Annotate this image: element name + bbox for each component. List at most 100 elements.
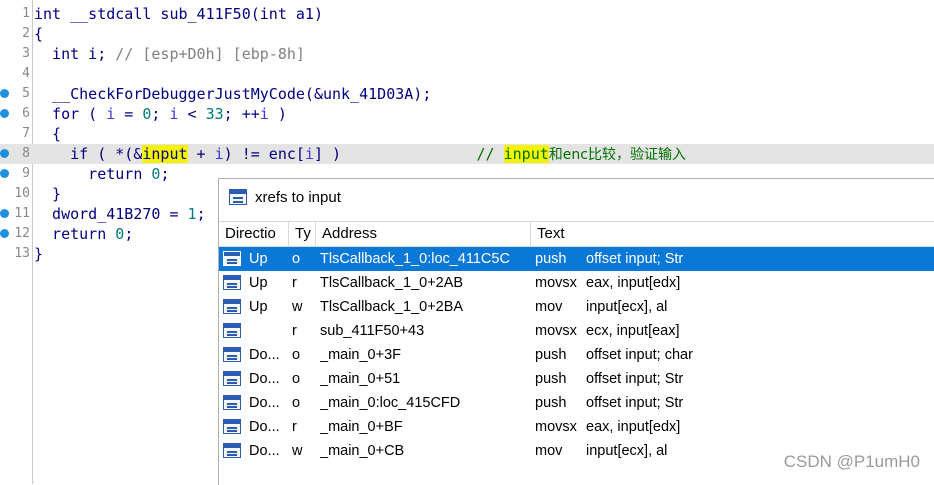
xref-mnemonic: mov: [535, 299, 563, 315]
code-text: }: [34, 184, 61, 204]
xref-row[interactable]: Do... o _main_0+3F push offset input; char: [219, 343, 934, 367]
code-text: if ( *(&input + i) != enc[i] ) // input和…: [34, 144, 686, 165]
code-text: return 0;: [34, 164, 169, 184]
xref-direction: [249, 319, 287, 343]
code-token: ;: [151, 105, 170, 123]
breakpoint-dot-icon[interactable]: [0, 229, 9, 238]
xref-address: sub_411F50+43: [320, 323, 425, 339]
xref-type: o: [292, 251, 301, 267]
code-line[interactable]: 5 __CheckForDebuggerJustMyCode(&unk_41D0…: [0, 84, 934, 104]
code-token: return: [34, 225, 116, 243]
breakpoint-dot-icon[interactable]: [0, 169, 9, 178]
code-token: i: [169, 105, 179, 123]
code-token: 33: [205, 105, 224, 123]
code-token: if ( *(&: [34, 145, 143, 163]
xref-operands: eax, input[edx]: [586, 275, 681, 291]
xref-row-icon: [223, 371, 241, 386]
xref-operands: eax, input[edx]: [586, 419, 681, 435]
xref-row-icon: [223, 347, 241, 362]
code-token: ): [268, 105, 287, 123]
xref-mnemonic: push: [535, 395, 567, 411]
xref-type: o: [292, 395, 301, 411]
code-token: int __stdcall sub_411F50(int a1): [34, 5, 323, 23]
code-line[interactable]: 7 {: [0, 124, 934, 144]
code-line[interactable]: 4: [0, 64, 934, 84]
code-token: dword_41B270 =: [34, 205, 188, 223]
xref-direction: Do...: [249, 371, 280, 387]
watermark: CSDN @P1umH0: [783, 452, 920, 471]
code-token: ;: [196, 205, 206, 223]
code-token: i: [214, 145, 224, 163]
xref-mnemonic: movsx: [535, 275, 577, 291]
xref-direction: Up: [249, 299, 268, 315]
xref-row-icon: [223, 395, 241, 410]
code-line[interactable]: 8 if ( *(&input + i) != enc[i] ) // inpu…: [0, 144, 934, 164]
xref-row[interactable]: Up w TlsCallback_1_0+2BA mov input[ecx], al: [219, 295, 934, 319]
highlighted-identifier: input: [142, 145, 188, 163]
xref-address: _main_0+3F: [320, 347, 402, 363]
line-number: 1: [22, 6, 30, 21]
code-token: i: [106, 105, 116, 123]
code-token: }: [34, 185, 62, 203]
xref-mnemonic: movsx: [535, 323, 577, 339]
breakpoint-dot-icon[interactable]: [0, 89, 9, 98]
code-token: ; ++: [223, 105, 260, 123]
xref-address: _main_0+51: [320, 371, 401, 387]
code-line[interactable]: 2{: [0, 24, 934, 44]
xref-direction: Do...: [249, 443, 280, 459]
breakpoint-dot-icon[interactable]: [0, 149, 9, 158]
xref-direction: Do...: [249, 395, 280, 411]
code-token: =: [115, 105, 143, 123]
xref-mnemonic: movsx: [535, 419, 577, 435]
line-number: 3: [22, 46, 30, 61]
breakpoint-dot-icon[interactable]: [0, 109, 9, 118]
xref-address: TlsCallback_1_0+2BA: [320, 299, 464, 315]
xrefs-table-header: Directio Ty Address Text: [219, 221, 934, 247]
highlighted-identifier: input: [503, 145, 549, 163]
code-token: ;: [160, 165, 170, 183]
xrefs-window[interactable]: xrefs to input Directio Ty Address Text …: [218, 178, 934, 485]
column-header-text[interactable]: Text: [531, 222, 934, 246]
code-token: ;: [124, 225, 134, 243]
xref-row-icon: [223, 275, 241, 290]
xref-row-icon: [223, 251, 241, 266]
xref-row-icon: [223, 299, 241, 314]
xref-operands: offset input; Str: [586, 371, 684, 387]
code-token: {: [34, 25, 44, 43]
xref-address: TlsCallback_1_0:loc_411C5C: [320, 251, 510, 267]
breakpoint-dot-icon[interactable]: [0, 209, 9, 218]
xref-row[interactable]: r sub_411F50+43 movsx ecx, input[eax]: [219, 319, 934, 343]
xref-row[interactable]: Do... o _main_0+51 push offset input; Str: [219, 367, 934, 391]
xrefs-title-bar[interactable]: xrefs to input: [219, 179, 934, 217]
code-text: for ( i = 0; i < 33; ++i ): [34, 104, 287, 124]
code-line[interactable]: 1 int __stdcall sub_411F50(int a1): [0, 4, 934, 24]
xref-operands: ecx, input[eax]: [586, 323, 680, 339]
line-number: 13: [14, 246, 30, 261]
code-text: }: [34, 244, 43, 264]
code-token: +: [187, 145, 215, 163]
column-header-direction[interactable]: Directio: [219, 222, 289, 246]
xref-row[interactable]: Up r TlsCallback_1_0+2AB movsx eax, input[ed…: [219, 271, 934, 295]
code-token: int i;: [34, 45, 107, 63]
column-header-address[interactable]: Address: [316, 222, 531, 246]
column-header-type[interactable]: Ty: [289, 222, 316, 246]
xref-row[interactable]: Up o TlsCallback_1_0:loc_411C5C push offset …: [219, 247, 934, 271]
code-text: int i; // [esp+D0h] [ebp-8h]: [34, 44, 305, 64]
code-text: return 0;: [34, 224, 133, 244]
xref-row-icon: [223, 419, 241, 434]
line-number: 7: [22, 126, 30, 141]
code-token: <: [178, 105, 206, 123]
code-line[interactable]: 6 for ( i = 0; i < 33; ++i ): [0, 104, 934, 124]
xref-row-icon: [223, 323, 241, 338]
code-text: {: [34, 124, 61, 144]
code-text: {: [34, 24, 43, 44]
xref-row[interactable]: Do... r _main_0+BF movsx eax, input[edx]: [219, 415, 934, 439]
xref-mnemonic: push: [535, 371, 567, 387]
xref-mnemonic: push: [535, 347, 567, 363]
code-comment: 和enc比较，验证输入: [548, 147, 686, 163]
xref-direction: Do...: [249, 419, 280, 435]
code-line[interactable]: 3 int i; // [esp+D0h] [ebp-8h]: [0, 44, 934, 64]
xref-type: w: [292, 299, 303, 315]
xref-address: _main_0+BF: [320, 419, 403, 435]
xref-row[interactable]: Do... o _main_0:loc_415CFD push offset input…: [219, 391, 934, 415]
